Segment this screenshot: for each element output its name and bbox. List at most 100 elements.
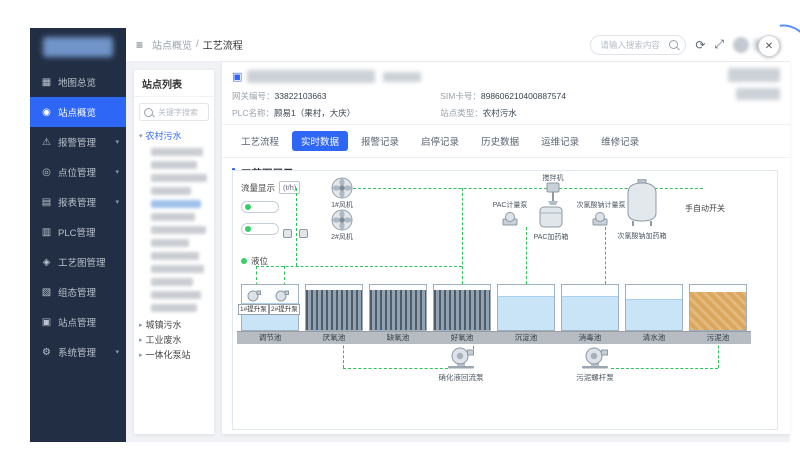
tank-fill (498, 296, 554, 330)
sidebar-item-label: PLC管理 (58, 225, 95, 239)
station-search-input[interactable] (156, 107, 204, 118)
tank-label: 清水池 (625, 331, 683, 344)
overlay-close-button[interactable]: ✕ (758, 35, 780, 57)
tab-alarm-records[interactable]: 报警记录 (352, 131, 408, 151)
menu-collapse-icon[interactable]: ≡ (136, 38, 143, 52)
header-action-blurred[interactable] (728, 68, 780, 82)
station-list-item-blurred[interactable] (151, 174, 207, 182)
tab-history-data[interactable]: 历史数据 (472, 131, 528, 151)
sludge-pump-icon[interactable] (581, 347, 609, 369)
app-logo (43, 37, 113, 57)
station-list-item-blurred[interactable] (151, 200, 201, 208)
station-list-item-blurred[interactable] (151, 291, 201, 299)
chevron-down-icon: ▾ (115, 138, 119, 146)
tank-fill (434, 290, 490, 330)
sidebar-menu: ▦地图总览◉站点概览⚠报警管理▾◎点位管理▾▤报表管理▾▥PLC管理◈工艺图管理… (30, 67, 126, 367)
sidebar-item-system-mgmt[interactable]: ⚙系统管理▾ (30, 337, 126, 367)
map-icon: ▦ (40, 77, 53, 88)
breadcrumb-separator: / (196, 39, 199, 50)
fan-icon[interactable] (331, 177, 353, 199)
breadcrumb-parent[interactable]: 站点概览 (152, 37, 192, 52)
sidebar-item-label: 报警管理 (58, 135, 96, 149)
sidebar-item-process-diagram-mgmt[interactable]: ◈工艺图管理 (30, 247, 126, 277)
sidebar-item-map-overview[interactable]: ▦ 地图总览 (30, 67, 126, 97)
pipe-line (611, 368, 718, 369)
tank-2 (305, 284, 363, 331)
sidebar-item-station-mgmt[interactable]: ▣站点管理 (30, 307, 126, 337)
sidebar-item-point-mgmt[interactable]: ◎点位管理▾ (30, 157, 126, 187)
pac-pump-label: PAC计量泵 (485, 200, 535, 210)
tank-fill (626, 299, 682, 330)
station-list-item-blurred[interactable] (151, 252, 199, 260)
flow-unit: (t/h) (279, 181, 300, 194)
lift-pump-icon[interactable] (275, 290, 289, 302)
sidebar-item-label: 地图总览 (58, 75, 96, 89)
pipe-line (605, 227, 606, 284)
fan-icon[interactable] (331, 209, 353, 231)
station-list-item-blurred[interactable] (151, 187, 191, 195)
info-field-label: 站点类型： (440, 108, 483, 118)
tab-start-stop-records[interactable]: 启停记录 (412, 131, 468, 151)
sidebar-item-alarm-mgmt[interactable]: ⚠报警管理▾ (30, 127, 126, 157)
info-field-value: 顾易1（果村，大庆） (274, 108, 355, 118)
flow-label: 流量显示 (241, 182, 275, 194)
tab-realtime-data[interactable]: 实时数据 (292, 131, 348, 151)
station-list-title: 站点列表 (134, 70, 214, 97)
plc-icon: ▥ (40, 227, 53, 238)
point-icon: ◎ (40, 167, 53, 178)
naclo-dosing-tank-icon[interactable] (625, 179, 659, 227)
return-pump-label: 硝化液回流泵 (423, 372, 499, 383)
pipe-line (462, 188, 463, 284)
user-avatar[interactable] (733, 37, 749, 53)
metering-pump-icon[interactable] (501, 211, 519, 227)
breadcrumb-current: 工艺流程 (203, 37, 243, 52)
chevron-down-icon: ▾ (115, 348, 119, 356)
fullscreen-icon[interactable]: ⤢ (714, 37, 724, 52)
tab-process-flow[interactable]: 工艺流程 (232, 131, 288, 151)
tab-repair-records[interactable]: 维修记录 (592, 131, 648, 151)
main-panel: ▣ 网关编号：33822103663SIM卡号：8986062104008875… (222, 62, 790, 434)
station-list-item-blurred[interactable] (151, 148, 203, 156)
station-list-item-blurred[interactable] (151, 278, 193, 286)
station-list-item-blurred[interactable] (151, 226, 206, 234)
tank-8 (689, 284, 747, 331)
process-diagram-icon: ◈ (40, 257, 53, 268)
station-search[interactable] (139, 103, 209, 121)
station-marker-icon: ▣ (232, 71, 242, 83)
station-group[interactable]: ▸工业废水 (139, 332, 209, 347)
station-group-label: 城镇污水 (146, 318, 182, 331)
sidebar-item-report-mgmt[interactable]: ▤报表管理▾ (30, 187, 126, 217)
station-group[interactable]: ▸城镇污水 (139, 317, 209, 332)
search-icon[interactable] (669, 40, 678, 49)
station-group-root[interactable]: ▾ 农村污水 (139, 128, 209, 143)
station-group-label: 农村污水 (146, 129, 182, 142)
header-action-blurred[interactable] (736, 88, 780, 100)
station-list-item-blurred[interactable] (151, 161, 197, 169)
station-list-item-blurred[interactable] (151, 213, 195, 221)
pac-dosing-tank-icon[interactable] (538, 204, 564, 230)
global-search-input[interactable] (598, 39, 665, 51)
global-search[interactable] (590, 35, 686, 55)
sidebar-item-config-mgmt[interactable]: ▧组态管理 (30, 277, 126, 307)
metering-pump-icon[interactable] (591, 211, 609, 227)
sidebar-item-label: 站点概览 (58, 105, 96, 119)
station-list-item-blurred[interactable] (151, 239, 189, 247)
sidebar-item-plc-mgmt[interactable]: ▥ PLC管理 (30, 217, 126, 247)
status-dot-icon (241, 258, 247, 264)
mixer-icon[interactable] (542, 182, 564, 206)
station-list-item-blurred[interactable] (151, 265, 204, 273)
return-pump-icon[interactable] (447, 347, 475, 369)
info-field-value: 33822103663 (275, 91, 327, 101)
station-list-item-blurred[interactable] (151, 304, 197, 312)
status-dot-icon (245, 226, 251, 232)
report-icon: ▤ (40, 197, 53, 208)
info-field-value: 898606210400887574 (481, 91, 566, 101)
station-group[interactable]: ▸一体化泵站 (139, 347, 209, 362)
lift-pump-icon[interactable] (247, 290, 261, 302)
station-info-fields: 网关编号：33822103663SIM卡号：898606210400887574… (232, 90, 780, 119)
config-icon: ▧ (40, 287, 53, 298)
tab-maintenance-records[interactable]: 运维记录 (532, 131, 588, 151)
refresh-icon[interactable]: ⟳ (695, 38, 705, 52)
naclo-tank-label: 次氯酸钠加药箱 (611, 231, 673, 241)
sidebar-item-site-overview[interactable]: ◉站点概览 (30, 97, 126, 127)
